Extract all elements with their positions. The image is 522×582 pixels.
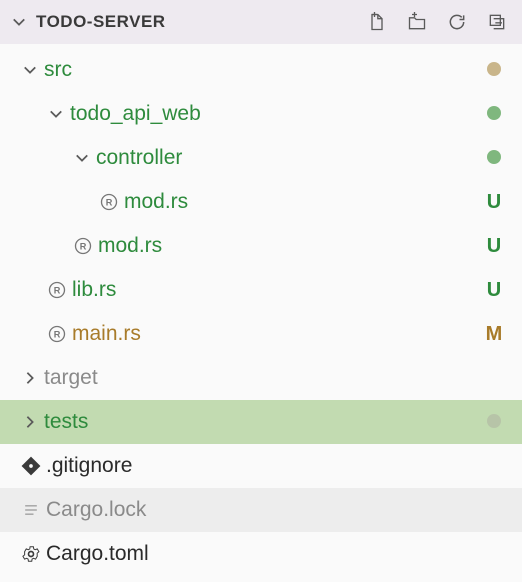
tree-item-label: Cargo.toml	[44, 542, 506, 566]
tree-item-label: Cargo.lock	[44, 498, 506, 522]
tree-item-todo_api_web[interactable]: todo_api_web	[0, 92, 522, 136]
status-dot	[482, 411, 506, 434]
tree-item-main[interactable]: Rmain.rsM	[0, 312, 522, 356]
status-dot	[482, 147, 506, 170]
tree-item-controller[interactable]: controller	[0, 136, 522, 180]
rust-icon: R	[70, 236, 96, 256]
tree-item-label: tests	[42, 410, 482, 434]
chevron-down-icon[interactable]	[18, 63, 42, 77]
git-status-badge: U	[482, 235, 506, 258]
svg-text:R: R	[54, 329, 61, 339]
chevron-down-icon[interactable]	[44, 107, 68, 121]
git-status-badge: U	[482, 191, 506, 214]
tree-item-tests[interactable]: tests	[0, 400, 522, 444]
refresh-button[interactable]	[446, 11, 468, 33]
rust-icon: R	[44, 324, 70, 344]
rust-icon: R	[96, 192, 122, 212]
tree-item-target[interactable]: target	[0, 356, 522, 400]
file-icon	[18, 500, 44, 520]
git-status-badge: M	[482, 323, 506, 346]
tree-item-cargotoml[interactable]: Cargo.toml	[0, 532, 522, 576]
chevron-down-icon[interactable]	[70, 151, 94, 165]
svg-text:R: R	[54, 285, 61, 295]
tree-item-todo_api_web_mod[interactable]: Rmod.rsU	[0, 224, 522, 268]
gitignore-icon	[18, 456, 44, 476]
svg-text:R: R	[80, 241, 87, 251]
tree-item-label: mod.rs	[122, 190, 482, 214]
project-title: TODO-SERVER	[36, 12, 366, 32]
chevron-right-icon[interactable]	[18, 371, 42, 385]
tree-item-label: .gitignore	[44, 454, 506, 478]
tree-item-label: target	[42, 366, 506, 390]
header-actions	[366, 11, 514, 33]
tree-item-src[interactable]: src	[0, 48, 522, 92]
tree-item-label: todo_api_web	[68, 102, 482, 126]
svg-text:R: R	[106, 197, 113, 207]
tree-item-controller_mod[interactable]: Rmod.rsU	[0, 180, 522, 224]
collapse-all-button[interactable]	[486, 11, 508, 33]
chevron-down-icon[interactable]	[12, 15, 32, 29]
new-folder-button[interactable]	[406, 11, 428, 33]
tree-item-label: mod.rs	[96, 234, 482, 258]
tree-item-lib[interactable]: Rlib.rsU	[0, 268, 522, 312]
chevron-right-icon[interactable]	[18, 415, 42, 429]
file-tree: srctodo_api_webcontrollerRmod.rsURmod.rs…	[0, 44, 522, 576]
tree-item-gitignore[interactable]: .gitignore	[0, 444, 522, 488]
tree-item-label: lib.rs	[70, 278, 482, 302]
status-dot	[482, 103, 506, 126]
tree-item-label: src	[42, 58, 482, 82]
git-status-badge: U	[482, 279, 506, 302]
rust-icon: R	[44, 280, 70, 300]
explorer-header: TODO-SERVER	[0, 0, 522, 44]
gear-icon	[18, 544, 44, 564]
tree-item-cargolock[interactable]: Cargo.lock	[0, 488, 522, 532]
status-dot	[482, 59, 506, 82]
new-file-button[interactable]	[366, 11, 388, 33]
tree-item-label: controller	[94, 146, 482, 170]
tree-item-label: main.rs	[70, 322, 482, 346]
